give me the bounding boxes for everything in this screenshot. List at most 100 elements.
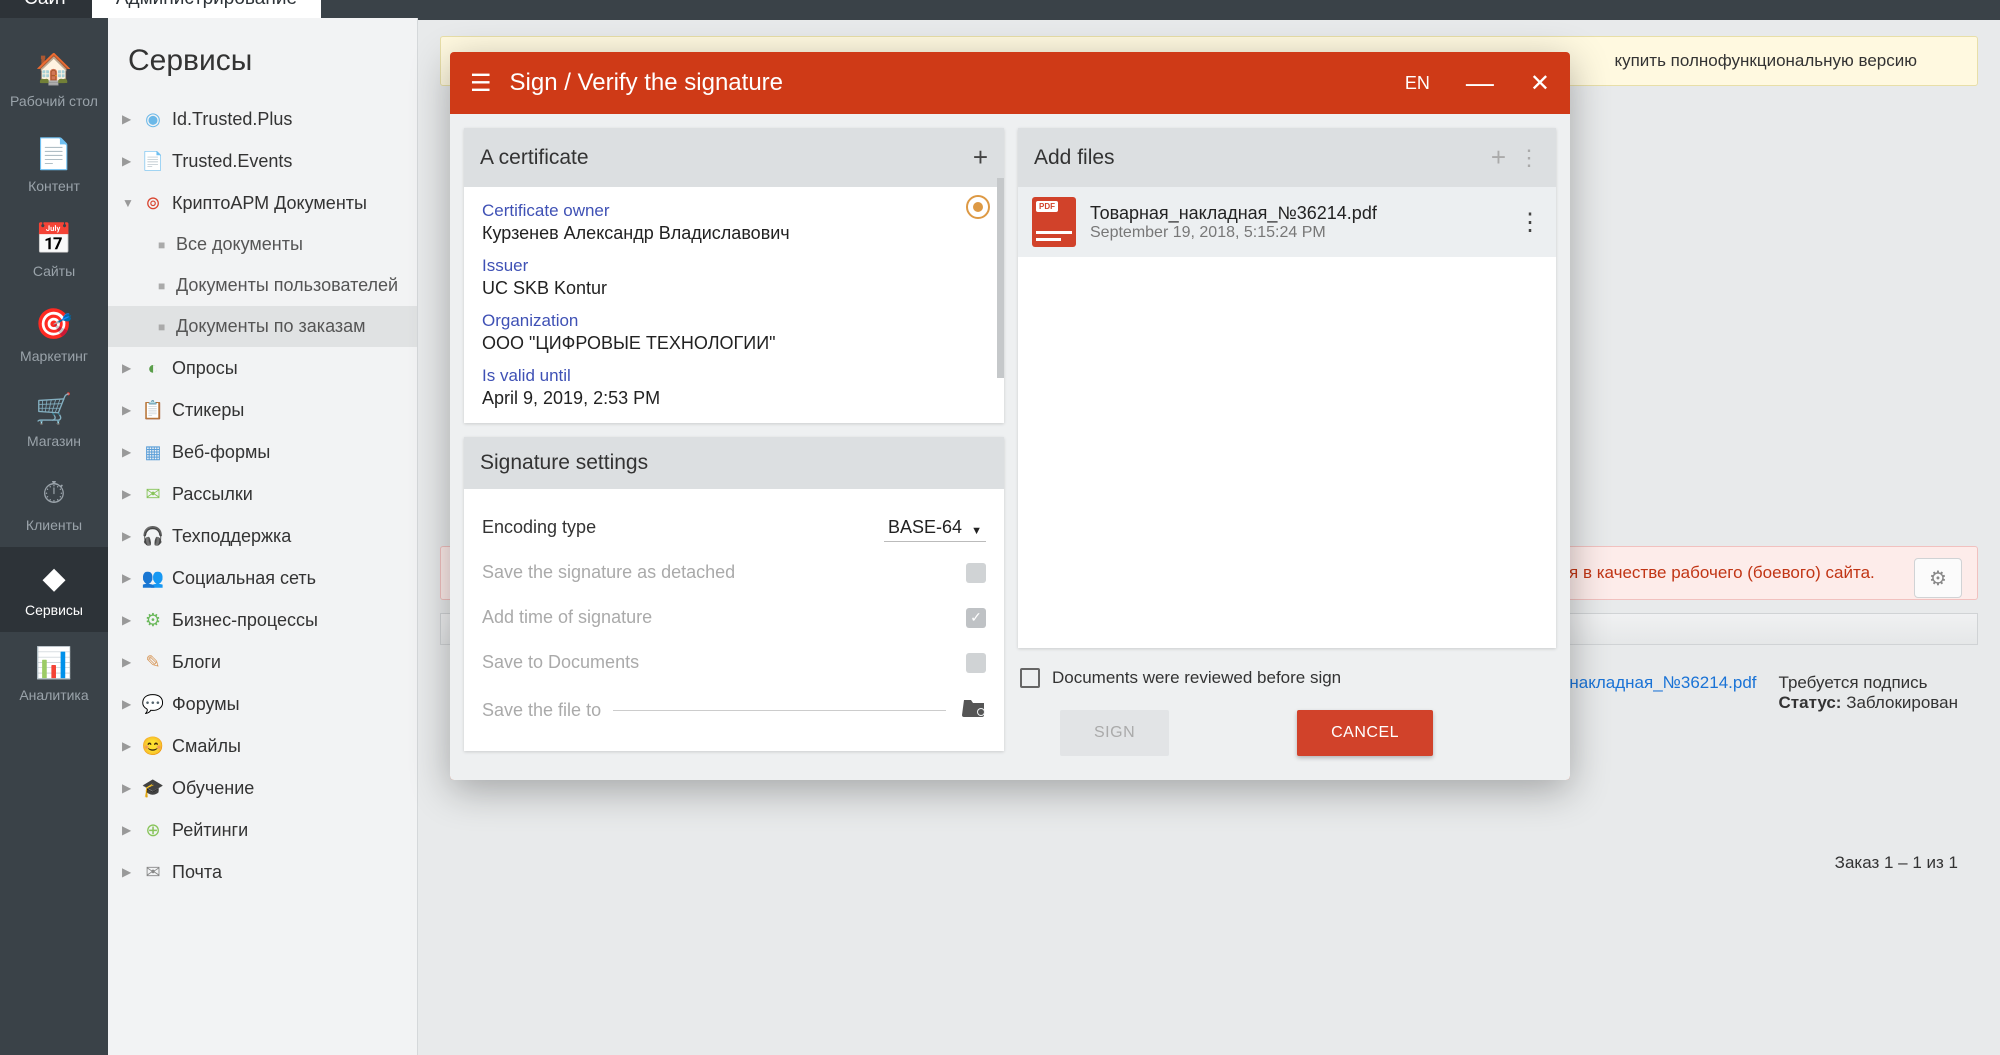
- rail-item-Рабочий стол[interactable]: 🏠Рабочий стол: [0, 38, 108, 123]
- savedocs-label: Save to Documents: [482, 652, 639, 673]
- savedocs-checkbox[interactable]: [966, 653, 986, 673]
- rail-icon: 📄: [4, 137, 104, 172]
- rail-icon: 🏠: [4, 52, 104, 87]
- tree-item[interactable]: ▶🎓Обучение: [108, 767, 417, 809]
- row-status-value: Заблокирован: [1846, 693, 1958, 712]
- chevron-icon: ▶: [122, 361, 134, 375]
- tree-item[interactable]: ▶✎Блоги: [108, 641, 417, 683]
- tree-subitem[interactable]: ■Документы по заказам: [108, 306, 417, 347]
- chevron-icon: ▶: [122, 529, 134, 543]
- tree-item[interactable]: ▶⊕Рейтинги: [108, 809, 417, 851]
- tab-admin[interactable]: Администрирование: [92, 0, 321, 20]
- tree-item[interactable]: ▶🎧Техподдержка: [108, 515, 417, 557]
- rail-item-Маркетинг[interactable]: 🎯Маркетинг: [0, 293, 108, 378]
- bullet-icon: ■: [158, 279, 168, 293]
- file-date: September 19, 2018, 5:15:24 PM: [1090, 224, 1504, 242]
- encoding-select[interactable]: BASE-64: [884, 517, 986, 538]
- tree-icon: 📋: [142, 399, 164, 421]
- tree-icon: ◐: [142, 357, 164, 379]
- addtime-checkbox[interactable]: ✓: [966, 608, 986, 628]
- sign-verify-modal: ☰ Sign / Verify the signature EN — ✕ A c…: [450, 52, 1570, 780]
- rail-item-Контент[interactable]: 📄Контент: [0, 123, 108, 208]
- rail-icon: 🛒: [4, 392, 104, 427]
- certificate-panel: A certificate + Certificate owner Курзен…: [464, 128, 1004, 423]
- chevron-icon: ▶: [122, 613, 134, 627]
- rail-icon: 🎯: [4, 307, 104, 342]
- chevron-icon: ▼: [122, 196, 134, 210]
- cert-valid-value: April 9, 2019, 2:53 PM: [482, 388, 986, 409]
- row-file-link[interactable]: _накладная_№36214.pdf: [1560, 673, 1757, 713]
- rail-item-Сервисы[interactable]: ◆Сервисы: [0, 547, 108, 632]
- chevron-icon: ▶: [122, 154, 134, 168]
- detached-checkbox[interactable]: [966, 563, 986, 583]
- add-file-button[interactable]: +: [1491, 142, 1506, 173]
- add-certificate-button[interactable]: +: [973, 142, 988, 173]
- tree-item[interactable]: ▶👥Социальная сеть: [108, 557, 417, 599]
- rail-item-Аналитика[interactable]: 📊Аналитика: [0, 632, 108, 717]
- rail-icon: 📊: [4, 646, 104, 681]
- review-label: Documents were reviewed before sign: [1052, 668, 1341, 688]
- chevron-icon: ▶: [122, 403, 134, 417]
- cert-owner-label: Certificate owner: [482, 201, 986, 221]
- left-rail: 🏠Рабочий стол📄Контент📅Сайты🎯Маркетинг🛒Ма…: [0, 18, 108, 1055]
- tree-item[interactable]: ▶◐Опросы: [108, 347, 417, 389]
- lang-toggle[interactable]: EN: [1405, 73, 1430, 94]
- tree-item[interactable]: ▶📋Стикеры: [108, 389, 417, 431]
- tree-item[interactable]: ▶😊Смайлы: [108, 725, 417, 767]
- tree-item[interactable]: ▶✉Рассылки: [108, 473, 417, 515]
- folder-icon[interactable]: [962, 697, 986, 723]
- bullet-icon: ■: [158, 238, 168, 252]
- chevron-icon: ▶: [122, 781, 134, 795]
- cert-org-value: ООО "ЦИФРОВЫЕ ТЕХНОЛОГИИ": [482, 333, 986, 354]
- settings-gear-button[interactable]: ⚙: [1914, 558, 1962, 598]
- tree-item[interactable]: ▼⊚КриптоАРМ Документы: [108, 182, 417, 224]
- modal-title: Sign / Verify the signature: [510, 69, 784, 97]
- tree-item[interactable]: ▶📄Trusted.Events: [108, 140, 417, 182]
- rail-icon: 📅: [4, 222, 104, 257]
- rail-icon: ⏱: [4, 477, 104, 511]
- close-icon[interactable]: ✕: [1530, 69, 1550, 98]
- chevron-icon: ▶: [122, 823, 134, 837]
- savefile-input[interactable]: [613, 710, 946, 711]
- tree-item[interactable]: ▶▦Веб-формы: [108, 431, 417, 473]
- sig-panel-title: Signature settings: [480, 451, 648, 475]
- pdf-file-icon: PDF: [1032, 197, 1076, 247]
- signature-settings-panel: Signature settings Encoding type BASE-64…: [464, 437, 1004, 751]
- minimize-icon[interactable]: —: [1466, 67, 1494, 99]
- review-checkbox[interactable]: [1020, 668, 1040, 688]
- chevron-icon: ▶: [122, 571, 134, 585]
- cert-scrollbar[interactable]: [997, 178, 1004, 378]
- tree-subitem[interactable]: ■Документы пользователей: [108, 265, 417, 306]
- files-more-icon[interactable]: ⋮: [1518, 145, 1540, 171]
- chevron-icon: ▶: [122, 655, 134, 669]
- topbar: Сайт Администрирование: [0, 0, 2000, 20]
- encoding-label: Encoding type: [482, 517, 596, 538]
- bullet-icon: ■: [158, 320, 168, 334]
- tree-icon: 🎓: [142, 777, 164, 799]
- tree-subitem[interactable]: ■Все документы: [108, 224, 417, 265]
- file-name: Товарная_накладная_№36214.pdf: [1090, 203, 1504, 224]
- cert-valid-label: Is valid until: [482, 366, 986, 386]
- tree-item[interactable]: ▶✉Почта: [108, 851, 417, 893]
- detached-label: Save the signature as detached: [482, 562, 735, 583]
- modal-header: ☰ Sign / Verify the signature EN — ✕: [450, 52, 1570, 114]
- file-more-icon[interactable]: ⋮: [1518, 208, 1542, 237]
- hamburger-icon[interactable]: ☰: [470, 69, 492, 98]
- table-row-info: _накладная_№36214.pdf Требуется подпись …: [1560, 673, 1958, 713]
- tree-icon: 👥: [142, 567, 164, 589]
- tree-icon: ⚙: [142, 609, 164, 631]
- cancel-button[interactable]: CANCEL: [1297, 710, 1433, 756]
- rail-item-Магазин[interactable]: 🛒Магазин: [0, 378, 108, 463]
- tree-icon: 💬: [142, 693, 164, 715]
- cert-owner-value: Курзенев Александр Владиславович: [482, 223, 986, 244]
- rail-icon: ◆: [4, 561, 104, 596]
- rail-item-Клиенты[interactable]: ⏱Клиенты: [0, 463, 108, 547]
- file-row[interactable]: PDF Товарная_накладная_№36214.pdf Septem…: [1018, 187, 1556, 257]
- tree-item[interactable]: ▶⚙Бизнес-процессы: [108, 599, 417, 641]
- rail-item-Сайты[interactable]: 📅Сайты: [0, 208, 108, 293]
- tree-icon: ✎: [142, 651, 164, 673]
- tree-item[interactable]: ▶💬Форумы: [108, 683, 417, 725]
- tree-item[interactable]: ▶◉Id.Trusted.Plus: [108, 98, 417, 140]
- row-sig-required: Требуется подпись: [1779, 673, 1958, 693]
- tab-site[interactable]: Сайт: [0, 0, 92, 20]
